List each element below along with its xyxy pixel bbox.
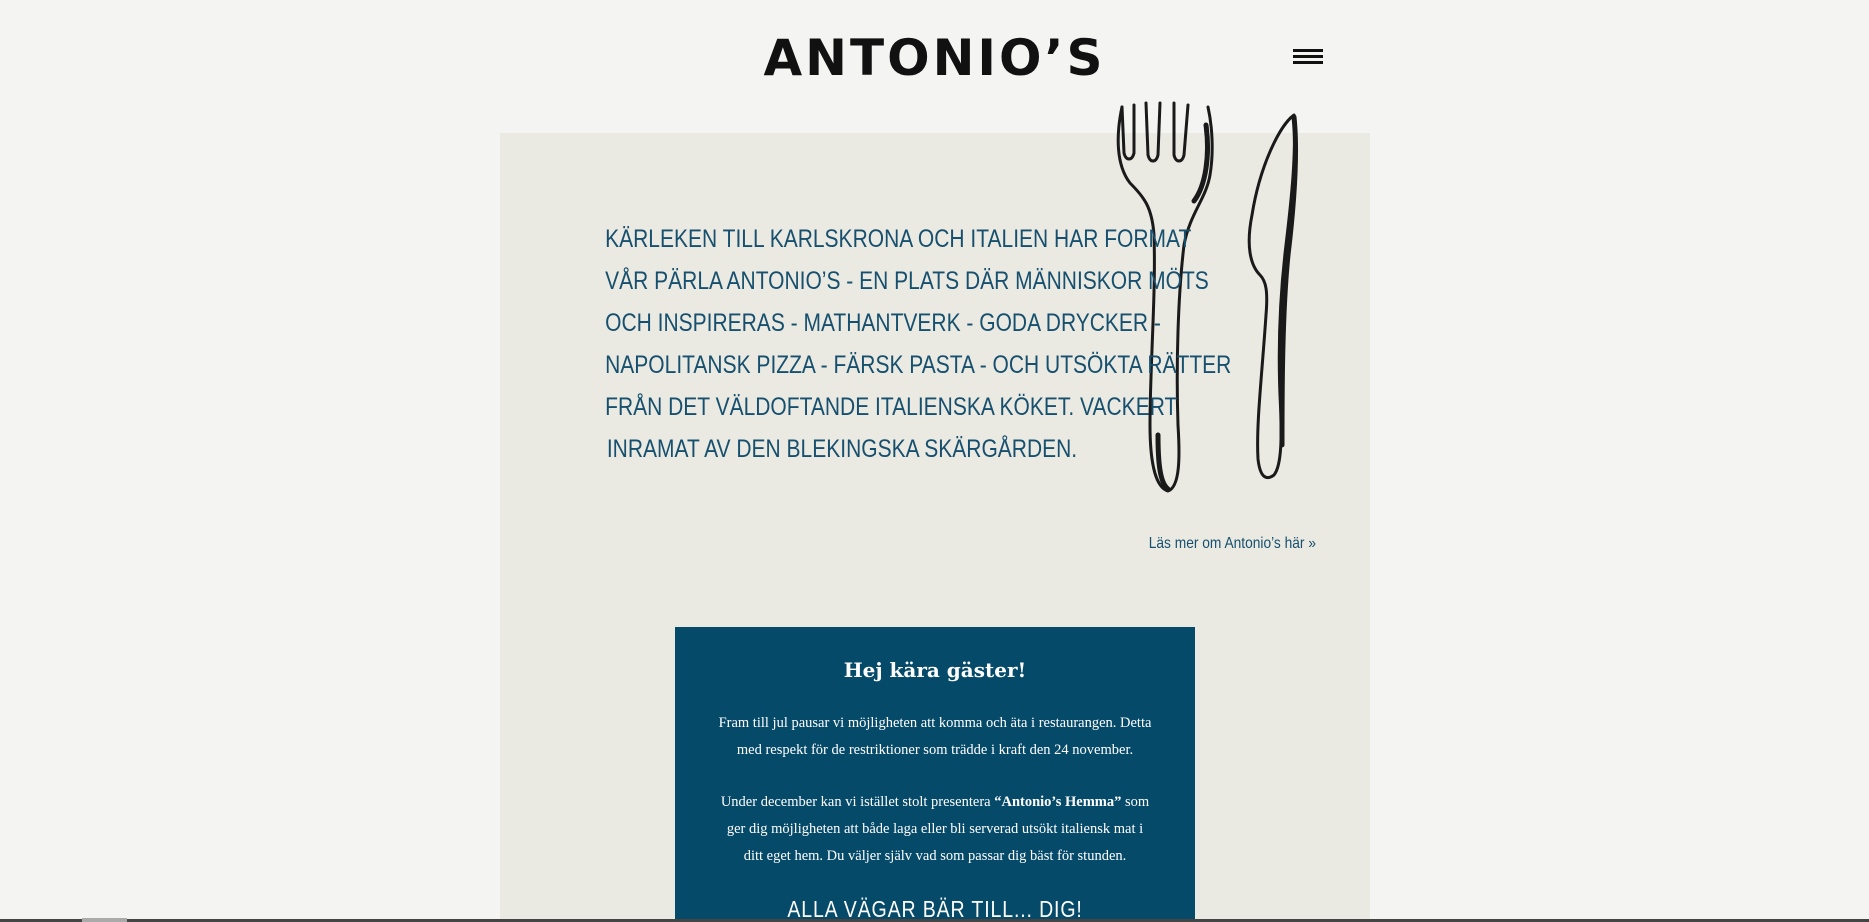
notice-title: Hej kära gäster! bbox=[843, 658, 1027, 682]
notice-paragraph: Fram till jul pausar vi möjligheten att … bbox=[703, 710, 1167, 764]
intro-line: INRAMAT AV DEN BLEKINGSKA SKÄRGÅRDEN. bbox=[606, 435, 1078, 463]
notice-line: Under december kan vi istället stolt pre… bbox=[703, 789, 1167, 816]
intro-line: FRÅN DET VÄLDOFTANDE ITALIENSKA KÖKET. V… bbox=[605, 393, 1178, 421]
notice-line: Fram till jul pausar vi möjligheten att … bbox=[718, 715, 1152, 731]
notice-line: med respekt för de restriktioner som trä… bbox=[736, 742, 1134, 758]
notice-paragraph: Under december kan vi istället stolt pre… bbox=[703, 789, 1167, 870]
notice-box: Hej kära gäster! Fram till jul pausar vi… bbox=[675, 627, 1195, 922]
site-logo[interactable]: ANTONIO’S bbox=[0, 28, 1869, 88]
scroll-indicator bbox=[82, 918, 127, 922]
read-more-link[interactable]: Läs mer om Antonio’s här » bbox=[1130, 535, 1316, 553]
hamburger-menu-button[interactable] bbox=[1290, 46, 1326, 68]
intro-line: NAPOLITANSK PIZZA - FÄRSK PASTA - OCH UT… bbox=[605, 351, 1232, 379]
notice-line: ditt eget hem. Du väljer själv vad som p… bbox=[743, 848, 1127, 864]
hamburger-menu-icon bbox=[1293, 49, 1323, 52]
intro-line: VÅR PÄRLA ANTONIO’S - EN PLATS DÄR MÄNNI… bbox=[605, 267, 1209, 295]
fork-and-knife-icon bbox=[1116, 101, 1299, 493]
notice-text: som bbox=[1121, 794, 1150, 810]
intro-line: KÄRLEKEN TILL KARLSKRONA OCH ITALIEN HAR… bbox=[605, 225, 1192, 253]
intro-line: OCH INSPIRERAS - MATHANTVERK - GODA DRYC… bbox=[605, 309, 1161, 337]
intro-text: KÄRLEKEN TILL KARLSKRONA OCH ITALIEN HAR… bbox=[605, 218, 1232, 470]
notice-line: ger dig möjligheten att både laga eller … bbox=[726, 821, 1144, 837]
notice-text: Under december kan vi istället stolt pre… bbox=[720, 794, 995, 810]
notice-slogan: ALLA VÄGAR BÄR TILL... DIG! bbox=[787, 896, 1083, 922]
antonios-hemma-highlight: “Antonio’s Hemma” bbox=[994, 794, 1122, 810]
